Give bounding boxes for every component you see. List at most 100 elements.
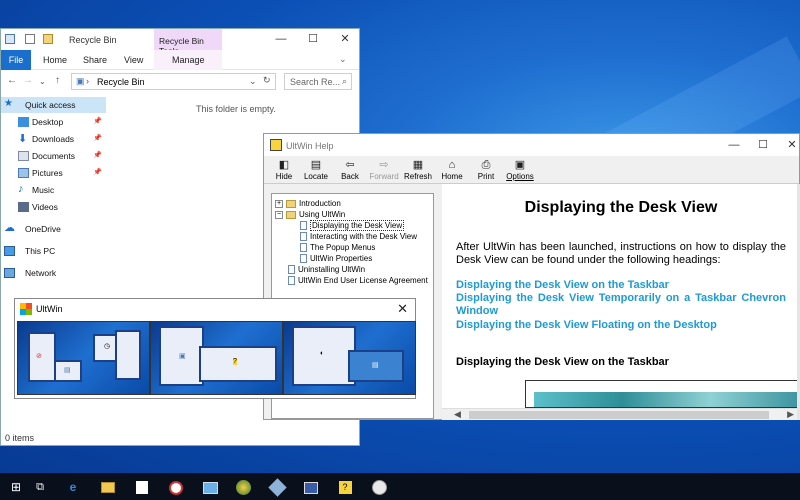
desktop-thumbnail-2[interactable]: ▣ ? bbox=[150, 321, 283, 395]
edge-icon[interactable]: e bbox=[63, 477, 83, 497]
sidebar-item-downloads[interactable]: ⬇ Downloads 📌 bbox=[1, 131, 106, 147]
app-icon[interactable] bbox=[200, 477, 220, 497]
toc-label: Interacting with the Desk View bbox=[310, 232, 418, 241]
minimize-button[interactable]: — bbox=[724, 137, 744, 153]
scrollbar-thumb[interactable] bbox=[469, 411, 769, 419]
task-view-icon[interactable]: ⧉ bbox=[30, 477, 50, 497]
sidebar-item-network[interactable]: Network bbox=[1, 265, 106, 281]
link-desk-view-chevron[interactable]: Displaying the Desk View Temporarily on … bbox=[456, 292, 786, 318]
open-book-icon bbox=[286, 210, 296, 219]
pin-icon[interactable]: 📌 bbox=[93, 117, 102, 125]
up-arrow-icon[interactable]: ↑ bbox=[55, 75, 60, 86]
page-icon bbox=[300, 254, 307, 264]
search-placeholder: Search Re... bbox=[290, 77, 341, 87]
forward-arrow-icon[interactable]: → bbox=[23, 75, 33, 86]
mini-window[interactable]: ▤ bbox=[348, 350, 404, 382]
desktop-thumbnail-1[interactable]: ⊘ ▤ ◷ bbox=[17, 321, 150, 395]
quick-access-toolbar-icon[interactable] bbox=[5, 34, 15, 44]
recycle-bin-icon: ▣ bbox=[76, 76, 85, 86]
tab-file[interactable]: File bbox=[1, 50, 31, 70]
pen-icon[interactable] bbox=[267, 477, 287, 498]
sidebar-item-quick-access[interactable]: ★ Quick access bbox=[1, 97, 106, 113]
scroll-left-icon[interactable]: ◀ bbox=[454, 409, 461, 420]
desktop-thumbnail-3[interactable]: ◐ ▤ bbox=[283, 321, 416, 395]
breadcrumb-chevron-icon[interactable]: › bbox=[86, 76, 89, 86]
help-icon[interactable]: ? bbox=[335, 477, 355, 497]
scroll-right-icon[interactable]: ▶ bbox=[787, 409, 794, 420]
maximize-button[interactable]: ☐ bbox=[303, 31, 323, 47]
ultwin-icon[interactable] bbox=[166, 477, 186, 497]
sidebar-item-label: Network bbox=[25, 268, 57, 278]
mini-window[interactable]: ⊘ bbox=[28, 332, 56, 382]
close-button[interactable]: ✕ bbox=[335, 31, 355, 47]
no-entry-icon: ⊘ bbox=[36, 353, 42, 360]
content-subheading: Displaying the Desk View on the Taskbar bbox=[456, 356, 669, 368]
toc-item-uninstalling[interactable]: Uninstalling UltWin bbox=[288, 265, 365, 275]
computer-icon bbox=[4, 246, 15, 256]
globe-icon[interactable] bbox=[233, 477, 253, 497]
address-dropdown-icon[interactable]: ⌄ bbox=[249, 76, 257, 87]
sidebar-item-label: Music bbox=[32, 185, 55, 195]
sidebar-item-label: Pictures bbox=[32, 168, 63, 178]
mini-window[interactable] bbox=[115, 330, 141, 380]
minimize-button[interactable]: — bbox=[271, 31, 291, 47]
recent-locations-icon[interactable]: ⌄ bbox=[39, 77, 46, 86]
clock-icon[interactable] bbox=[369, 477, 389, 497]
link-desk-view-taskbar[interactable]: Displaying the Desk View on the Taskbar bbox=[456, 279, 786, 292]
download-icon: ⬇ bbox=[18, 133, 28, 145]
expand-icon[interactable]: + bbox=[275, 199, 283, 208]
toc-item-license[interactable]: UltWin End User License Agreement bbox=[288, 276, 428, 286]
sidebar-item-onedrive[interactable]: ☁ OneDrive bbox=[1, 221, 106, 237]
horizontal-scrollbar[interactable]: ◀ ▶ bbox=[442, 408, 800, 420]
address-text: Recycle Bin bbox=[97, 77, 145, 87]
mini-window[interactable]: ▣ bbox=[159, 326, 204, 386]
toc-item-interacting[interactable]: Interacting with the Desk View bbox=[300, 232, 418, 242]
sidebar-item-music[interactable]: ♪ Music bbox=[1, 182, 106, 198]
maximize-button[interactable]: ☐ bbox=[753, 137, 773, 153]
toc-item-properties[interactable]: UltWin Properties bbox=[300, 254, 372, 264]
sidebar-item-this-pc[interactable]: This PC bbox=[1, 243, 106, 259]
toc-item-popup-menus[interactable]: The Popup Menus bbox=[300, 243, 375, 253]
tab-share[interactable]: Share bbox=[83, 55, 107, 65]
link-desk-view-floating[interactable]: Displaying the Desk View Floating on the… bbox=[456, 319, 786, 332]
sidebar-item-pictures[interactable]: Pictures 📌 bbox=[1, 165, 106, 181]
sidebar-item-desktop[interactable]: Desktop 📌 bbox=[1, 114, 106, 130]
sidebar-item-documents[interactable]: Documents 📌 bbox=[1, 148, 106, 164]
desk-icon[interactable] bbox=[301, 477, 321, 497]
pin-icon[interactable]: 📌 bbox=[93, 168, 102, 176]
properties-icon[interactable] bbox=[25, 34, 35, 44]
back-arrow-icon[interactable]: ← bbox=[7, 75, 17, 86]
expand-ribbon-icon[interactable]: ⌄ bbox=[339, 54, 347, 65]
help-title: UltWin Help bbox=[286, 141, 334, 151]
tab-home[interactable]: Home bbox=[43, 55, 67, 65]
refresh-icon[interactable]: ↻ bbox=[263, 75, 271, 86]
store-icon[interactable] bbox=[132, 477, 152, 497]
mini-window[interactable]: ◐ bbox=[292, 326, 356, 386]
mini-window[interactable]: ▤ bbox=[54, 360, 82, 382]
new-folder-icon[interactable] bbox=[43, 34, 53, 44]
close-button[interactable]: ✕ bbox=[782, 137, 800, 153]
sidebar-item-label: Quick access bbox=[25, 100, 76, 110]
sidebar-item-videos[interactable]: Videos bbox=[1, 199, 106, 215]
explorer-titlebar: Recycle Bin Recycle Bin Tools — ☐ ✕ bbox=[1, 29, 359, 56]
tab-view[interactable]: View bbox=[124, 55, 143, 65]
mini-window[interactable]: ? bbox=[199, 346, 277, 382]
toc-item-displaying-desk-view[interactable]: Displaying the Desk View bbox=[300, 220, 405, 231]
network-icon bbox=[4, 268, 15, 278]
collapse-icon[interactable]: − bbox=[275, 210, 283, 219]
pin-icon[interactable]: 📌 bbox=[93, 151, 102, 159]
pin-icon[interactable]: 📌 bbox=[93, 134, 102, 142]
toc-item-introduction[interactable]: + Introduction bbox=[275, 199, 341, 208]
taskbar: ⊞ ⧉ e ? bbox=[0, 473, 800, 500]
options-button[interactable]: ▣ Options bbox=[500, 158, 540, 184]
file-explorer-icon[interactable] bbox=[98, 477, 118, 497]
close-button[interactable]: ✕ bbox=[397, 301, 408, 317]
start-icon[interactable]: ⊞ bbox=[6, 477, 26, 497]
tab-manage[interactable]: Manage bbox=[172, 55, 205, 65]
screenshot-image bbox=[525, 380, 800, 408]
toc-item-using-ultwin[interactable]: − Using UltWin bbox=[275, 210, 345, 219]
sidebar-item-label: Desktop bbox=[32, 117, 64, 127]
search-input[interactable]: Search Re... ⌕ bbox=[284, 73, 352, 90]
sidebar-item-label: Documents bbox=[32, 151, 75, 161]
address-bar[interactable]: ▣ › Recycle Bin ⌄ ↻ bbox=[71, 73, 276, 90]
